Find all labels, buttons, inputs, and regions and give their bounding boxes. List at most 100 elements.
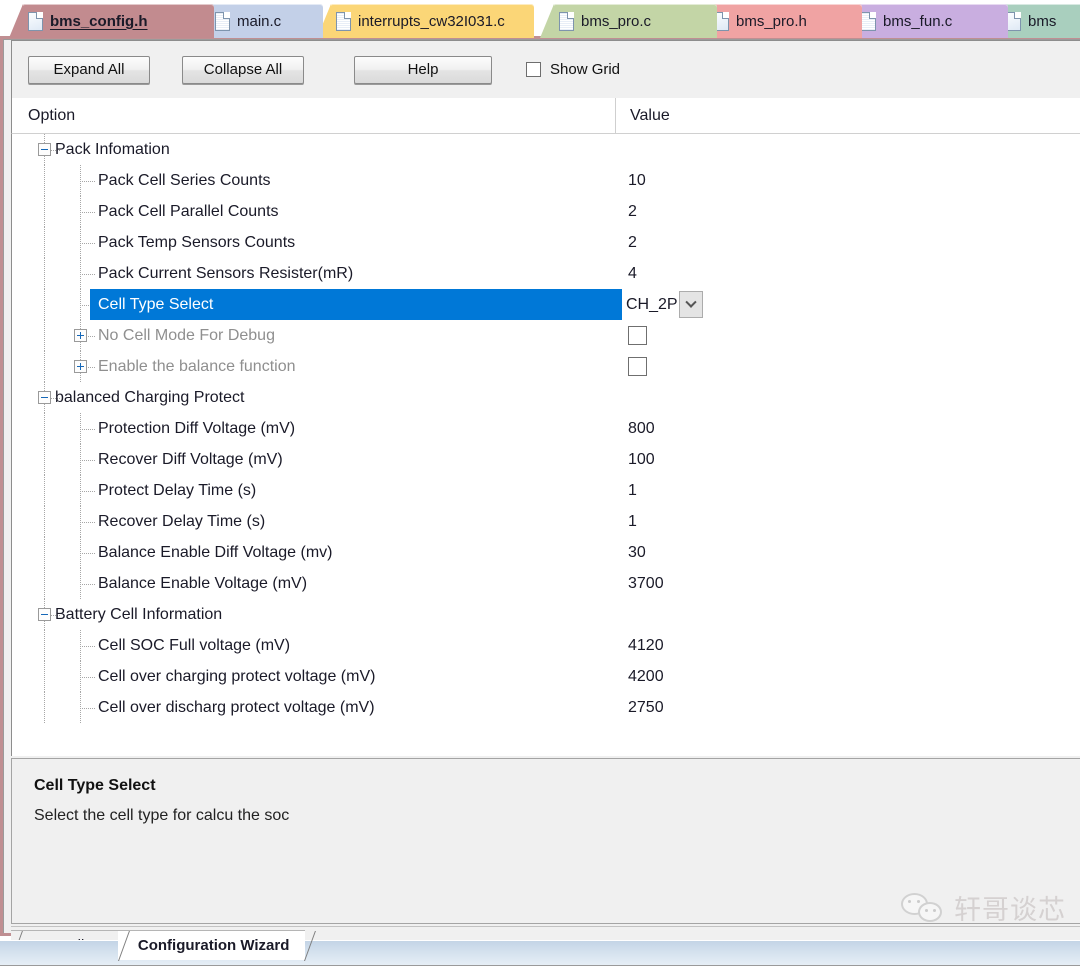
file-icon — [861, 11, 876, 31]
tree-option-row[interactable]: Protection Diff Voltage (mV) 800 — [12, 413, 1080, 444]
tree-item-value[interactable]: 30 — [628, 544, 646, 562]
tree-item-label: Recover Diff Voltage (mV) — [98, 450, 283, 468]
tree-item-label: Balance Enable Diff Voltage (mv) — [98, 543, 333, 561]
options-tree[interactable]: Pack Infomation Pack Cell Series Counts 10… — [11, 134, 1080, 756]
description-text: Select the cell type for calcu the soc — [34, 807, 290, 824]
tree-option-row[interactable]: Cell over charging protect voltage (mV) 4… — [12, 661, 1080, 692]
editor-tab-label: bms — [1028, 12, 1057, 30]
tree-item-label: Pack Infomation — [55, 140, 170, 158]
tree-item-value[interactable]: 2750 — [628, 699, 664, 717]
collapse-minus-icon[interactable] — [38, 608, 51, 621]
editor-tab-label: main.c — [237, 12, 282, 30]
tree-option-row[interactable]: Pack Cell Parallel Counts 2 — [12, 196, 1080, 227]
tree-item-label: Cell SOC Full voltage (mV) — [98, 636, 291, 654]
tree-option-row[interactable]: No Cell Mode For Debug — [12, 320, 1080, 351]
editor-tab-bms-pro-c[interactable]: bms_pro.c — [553, 4, 717, 38]
tree-option-row[interactable]: Cell over discharg protect voltage (mV) 2… — [12, 692, 1080, 723]
tree-item-value[interactable]: 800 — [628, 420, 655, 438]
tree-connector-line — [44, 165, 45, 196]
tree-connector-line — [44, 320, 45, 351]
editor-tab-bms-fun-c[interactable]: bms_fun.c — [855, 4, 1008, 38]
wizard-frame-inner: Expand All Collapse All Help Show Grid O… — [3, 39, 1080, 960]
tree-option-row[interactable]: Recover Diff Voltage (mV) 100 — [12, 444, 1080, 475]
tree-option-row[interactable]: Balance Enable Diff Voltage (mv) 30 — [12, 537, 1080, 568]
wizard-toolbar: Expand All Collapse All Help Show Grid — [11, 40, 1080, 98]
show-grid-checkbox-row[interactable]: Show Grid — [526, 61, 620, 78]
file-icon — [1006, 11, 1021, 31]
tree-option-row[interactable]: Balance Enable Voltage (mV) 3700 — [12, 568, 1080, 599]
wizard-frame: Expand All Collapse All Help Show Grid O… — [0, 36, 1080, 960]
tree-option-row[interactable]: Pack Temp Sensors Counts 2 — [12, 227, 1080, 258]
tree-item-value[interactable]: 4120 — [628, 637, 664, 655]
description-pane: Cell Type Select Select the cell type fo… — [11, 758, 1080, 924]
tree-item-label: Pack Temp Sensors Counts — [98, 233, 296, 251]
editor-tab-interrupts-cw32i031-c[interactable]: interrupts_cw32I031.c — [330, 4, 534, 38]
tree-option-row[interactable]: Recover Delay Time (s) 1 — [12, 506, 1080, 537]
tree-option-row[interactable]: Cell SOC Full voltage (mV) 4120 — [12, 630, 1080, 661]
tree-connector-line — [44, 227, 45, 258]
tree-item-value[interactable]: 2 — [628, 203, 637, 221]
editor-tab-bms-config-h[interactable]: bms_config.h — [22, 4, 214, 38]
collapse-minus-icon[interactable] — [38, 143, 51, 156]
editor-tab-main-c[interactable]: main.c — [209, 4, 323, 38]
value-checkbox[interactable] — [628, 326, 647, 345]
file-icon — [559, 11, 574, 31]
tree-connector-line — [80, 459, 96, 461]
column-header-value[interactable]: Value — [616, 98, 1080, 133]
editor-tab-bms-pro-h[interactable]: bms_pro.h — [708, 4, 862, 38]
tree-item-value[interactable]: 4 — [628, 265, 637, 283]
tree-option-row[interactable]: Pack Current Sensors Resister(mR) 4 — [12, 258, 1080, 289]
tree-item-value[interactable]: 2 — [628, 234, 637, 252]
tree-item-label: Protect Delay Time (s) — [98, 481, 257, 499]
tree-item-value[interactable]: 3700 — [628, 575, 664, 593]
tree-connector-line — [44, 258, 45, 289]
collapse-minus-icon[interactable] — [38, 391, 51, 404]
tree-group-row[interactable]: balanced Charging Protect — [12, 382, 1080, 413]
tree-connector-line — [80, 707, 96, 709]
column-header-option[interactable]: Option — [12, 98, 616, 133]
editor-tab-label: bms_pro.h — [736, 12, 807, 30]
expand-all-button[interactable]: Expand All — [28, 55, 150, 84]
collapse-all-button[interactable]: Collapse All — [182, 55, 304, 84]
tree-connector-line — [80, 645, 96, 647]
tree-connector-line — [44, 568, 45, 599]
tree-group-row[interactable]: Pack Infomation — [12, 134, 1080, 165]
tree-item-label: balanced Charging Protect — [55, 388, 245, 406]
tree-item-label: Cell over discharg protect voltage (mV) — [98, 698, 375, 716]
tree-item-label: Protection Diff Voltage (mV) — [98, 419, 296, 437]
tree-group-row[interactable]: Battery Cell Information — [12, 599, 1080, 630]
help-button[interactable]: Help — [354, 55, 492, 84]
show-grid-checkbox[interactable] — [526, 62, 541, 77]
editor-tab-bms[interactable]: bms — [1000, 4, 1080, 38]
tree-item-label: Balance Enable Voltage (mV) — [98, 574, 308, 592]
chevron-down-icon[interactable] — [678, 291, 703, 318]
tree-item-value[interactable]: 100 — [628, 451, 655, 469]
tree-connector-line — [80, 521, 96, 523]
tree-connector-line — [44, 537, 45, 568]
tree-option-row[interactable]: Pack Cell Series Counts 10 — [12, 165, 1080, 196]
tree-item-value[interactable]: 10 — [628, 172, 646, 190]
tree-connector-line — [44, 289, 45, 320]
tree-item-value[interactable]: 1 — [628, 482, 637, 500]
view-tab-configuration-wizard[interactable]: Configuration Wizard — [117, 930, 306, 960]
tree-connector-line — [80, 490, 96, 492]
editor-tab-label: bms_fun.c — [883, 12, 953, 30]
expand-plus-icon[interactable] — [74, 360, 87, 373]
editor-tab-label: bms_pro.c — [581, 12, 652, 30]
value-checkbox[interactable] — [628, 357, 647, 376]
tree-item-value[interactable]: 1 — [628, 513, 637, 531]
tree-option-row[interactable]: Protect Delay Time (s) 1 — [12, 475, 1080, 506]
tree-connector-line — [44, 413, 45, 444]
tree-option-row[interactable]: Enable the balance function — [12, 351, 1080, 382]
grid-header: Option Value — [11, 98, 1080, 134]
tree-connector-line — [80, 211, 96, 213]
expand-plus-icon[interactable] — [74, 329, 87, 342]
show-grid-label: Show Grid — [550, 61, 621, 78]
tree-item-value[interactable]: 4200 — [628, 668, 664, 686]
tree-connector-line — [44, 196, 45, 227]
configuration-wizard-window: bms_config.h main.c interrupts_cw32I031.c b… — [0, 0, 1080, 966]
tree-connector-line — [44, 351, 45, 382]
tree-connector-line — [80, 676, 96, 678]
cell-type-select-dropdown[interactable]: CH_2P — [626, 291, 703, 318]
tree-option-row[interactable]: Cell Type Select CH_2P — [12, 289, 1080, 320]
